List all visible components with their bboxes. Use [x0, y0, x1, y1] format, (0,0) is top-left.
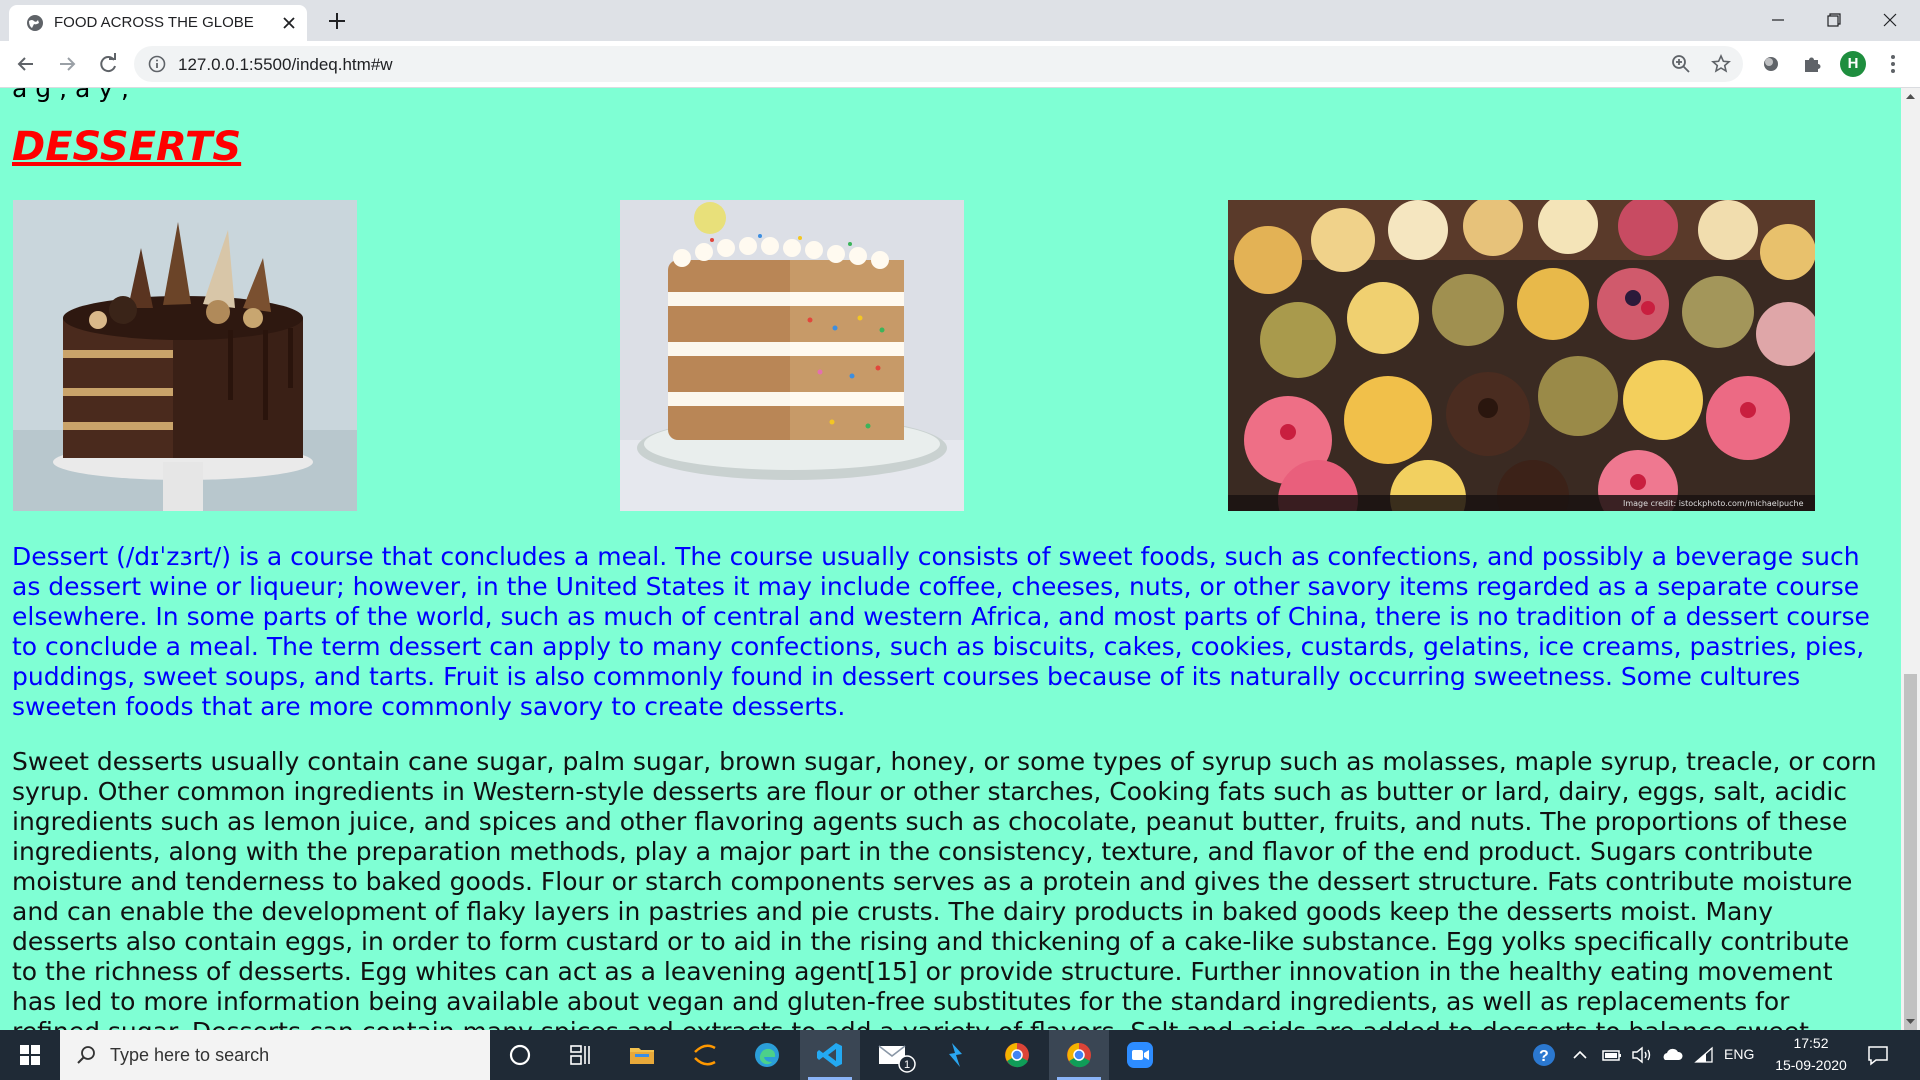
search-icon [77, 1046, 95, 1064]
chrome-icon [1005, 1043, 1029, 1068]
zoom-camera-icon [1127, 1042, 1153, 1068]
page-viewport: a g , a y , DESSERTS Image credit: istoc… [0, 88, 1901, 1030]
scroll-up-arrow-icon[interactable] [1901, 88, 1920, 105]
close-window-icon[interactable] [1876, 6, 1904, 34]
clock-time[interactable]: 17:52 [1770, 1035, 1852, 1051]
dessert-intro-paragraph: Dessert (/dɪˈzɜrt/) is a course that con… [12, 542, 1870, 721]
forward-arrow-icon[interactable] [54, 51, 80, 77]
windows-taskbar: Type here to search 1 ? ENG 17:52 15-09-… [0, 1030, 1920, 1080]
page-scrollbar[interactable] [1901, 88, 1920, 1066]
close-tab-icon[interactable] [280, 14, 298, 32]
task-view-icon [570, 1045, 590, 1065]
extensions-puzzle-icon[interactable] [1799, 51, 1825, 77]
vscode-icon [817, 1043, 842, 1067]
zoom-icon[interactable] [1671, 54, 1691, 74]
scroll-down-arrow-icon[interactable] [1901, 1013, 1920, 1030]
input-language[interactable]: ENG [1724, 1046, 1754, 1062]
assorted-pastries-image: Image credit: istockphoto.com/michaelpuc… [1228, 200, 1815, 511]
browser-toolbar: 127.0.0.1:5500/indeq.htm#w H [0, 41, 1920, 88]
wifi-icon[interactable] [1692, 1043, 1716, 1067]
more-menu-icon[interactable] [1880, 51, 1906, 77]
zoom-app-button[interactable] [1110, 1030, 1170, 1080]
image-credit: Image credit: istockphoto.com/michaelpuc… [1623, 499, 1804, 508]
chrome-button[interactable] [987, 1030, 1047, 1080]
tab-bar: FOOD ACROSS THE GLOBE [0, 0, 1920, 41]
chevron-up-icon[interactable] [1568, 1043, 1592, 1067]
svg-text:?: ? [1539, 1048, 1549, 1065]
cortana-button[interactable] [490, 1030, 550, 1080]
reload-icon[interactable] [95, 51, 121, 77]
url-text[interactable]: 127.0.0.1:5500/indeq.htm#w [178, 55, 393, 75]
task-view-button[interactable] [550, 1030, 610, 1080]
sublime-text-button[interactable] [675, 1030, 735, 1080]
profile-avatar[interactable]: H [1840, 51, 1866, 77]
address-bar[interactable]: 127.0.0.1:5500/indeq.htm#w [134, 46, 1743, 82]
lightning-icon [949, 1043, 962, 1067]
back-arrow-icon[interactable] [13, 51, 39, 77]
search-placeholder: Type here to search [110, 1045, 270, 1065]
browser-window: FOOD ACROSS THE GLOBE 127.0.0.1:5500/ind… [0, 0, 1920, 1080]
restore-icon[interactable] [1820, 6, 1848, 34]
onedrive-cloud-icon[interactable] [1660, 1043, 1684, 1067]
chocolate-cake-image [13, 200, 357, 511]
clock-date[interactable]: 15-09-2020 [1770, 1057, 1852, 1073]
file-explorer-button[interactable] [612, 1030, 672, 1080]
site-info-icon[interactable] [148, 55, 166, 73]
bookmark-star-icon[interactable] [1711, 54, 1731, 74]
edge-icon [755, 1043, 779, 1067]
windows-start-icon[interactable] [0, 1030, 60, 1080]
new-tab-icon[interactable] [326, 10, 348, 32]
taskbar-search-box[interactable]: Type here to search [60, 1030, 490, 1080]
chrome-profile-button[interactable] [1049, 1030, 1109, 1080]
globe-icon [27, 15, 43, 31]
vscode-button[interactable] [800, 1030, 860, 1080]
sublime-icon [694, 1044, 716, 1066]
battery-icon[interactable] [1600, 1043, 1624, 1067]
action-center-icon[interactable] [1866, 1043, 1890, 1067]
folder-icon [630, 1048, 654, 1064]
chrome-icon [1067, 1043, 1091, 1068]
desserts-heading: DESSERTS [12, 124, 242, 170]
volume-icon[interactable] [1630, 1043, 1654, 1067]
extension-circle-icon[interactable] [1758, 51, 1784, 77]
tab-title: FOOD ACROSS THE GLOBE [54, 14, 254, 31]
mail-icon: 1 [878, 1045, 916, 1073]
help-icon[interactable]: ? [1532, 1043, 1556, 1067]
cortana-icon [509, 1044, 531, 1066]
minimize-icon[interactable] [1764, 6, 1792, 34]
previous-section-text: a g , a y , [12, 88, 129, 103]
funfetti-cake-image [620, 200, 964, 511]
dessert-ingredients-paragraph: Sweet desserts usually contain cane suga… [12, 747, 1877, 1030]
mail-button[interactable]: 1 [862, 1030, 922, 1080]
edge-button[interactable] [737, 1030, 797, 1080]
scrollbar-thumb[interactable] [1904, 674, 1917, 1066]
power-automate-button[interactable] [925, 1030, 985, 1080]
tab-food-across-the-globe[interactable]: FOOD ACROSS THE GLOBE [9, 5, 307, 41]
mail-badge: 1 [904, 1059, 910, 1071]
